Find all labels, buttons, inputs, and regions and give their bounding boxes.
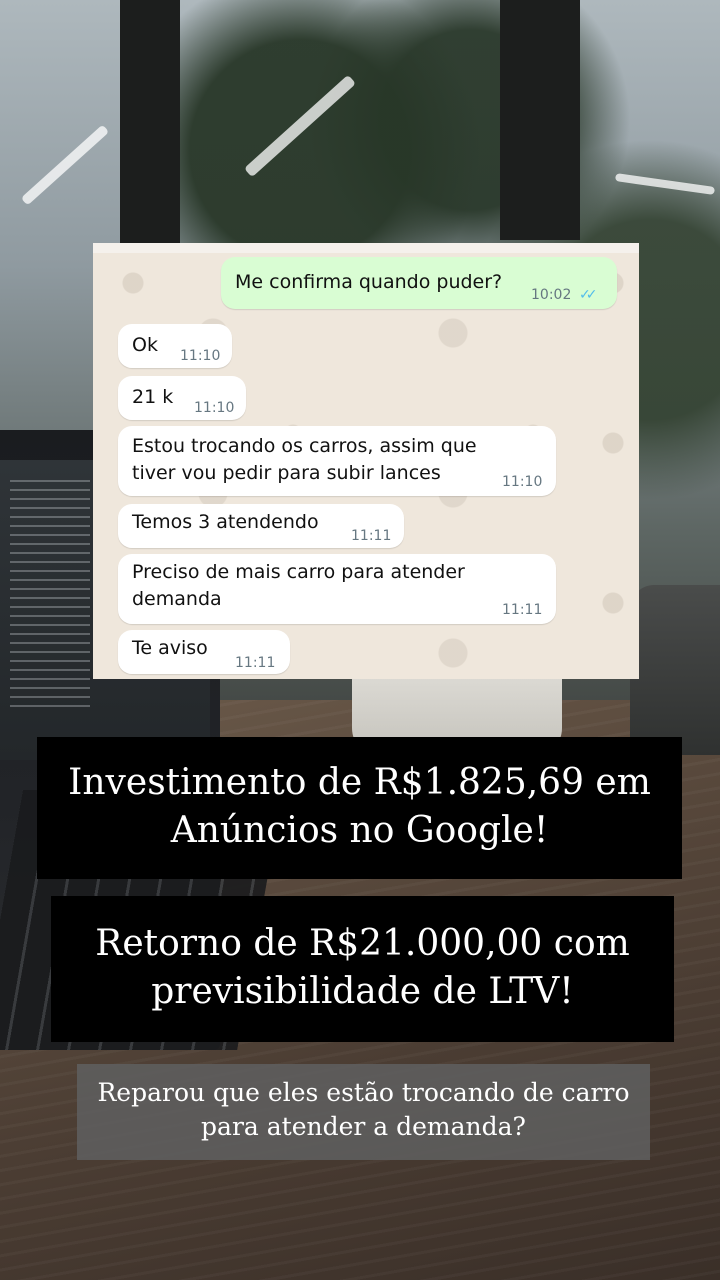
incoming-message[interactable]: Ok 11:10 xyxy=(118,324,232,368)
incoming-message[interactable]: Preciso de mais carro para atender deman… xyxy=(118,554,556,624)
chair xyxy=(630,585,720,755)
message-time: 11:11 xyxy=(235,655,276,671)
message-time: 11:11 xyxy=(502,602,543,618)
incoming-message[interactable]: 21 k 11:10 xyxy=(118,376,246,420)
chat-top-edge xyxy=(93,243,639,253)
laptop-screen-text xyxy=(10,480,90,710)
incoming-message[interactable]: Te aviso 11:11 xyxy=(118,630,290,674)
incoming-message[interactable]: Temos 3 atendendo 11:11 xyxy=(118,504,404,548)
message-time: 11:11 xyxy=(351,528,392,544)
message-text: Te aviso xyxy=(132,637,208,659)
chat-screenshot: Me confirma quando puder? 10:02 ✓✓ Ok 11… xyxy=(93,243,639,679)
incoming-message[interactable]: Estou trocando os carros, assim que tive… xyxy=(118,426,556,496)
message-text: Temos 3 atendendo xyxy=(132,511,319,533)
message-time: 11:10 xyxy=(180,348,221,364)
message-time: 10:02 xyxy=(531,287,572,303)
investment-caption: Investimento de R$1.825,69 em Anúncios n… xyxy=(37,737,682,879)
message-text: 21 k xyxy=(132,386,174,408)
message-time: 11:10 xyxy=(502,474,543,490)
message-time: 11:10 xyxy=(194,400,235,416)
return-caption: Retorno de R$21.000,00 com previsibilida… xyxy=(51,896,674,1042)
window-frame xyxy=(500,0,580,240)
message-text: Me confirma quando puder? xyxy=(235,271,503,293)
double-check-read-icon: ✓✓ xyxy=(579,287,598,303)
outgoing-message[interactable]: Me confirma quando puder? 10:02 ✓✓ xyxy=(221,257,617,309)
question-caption: Reparou que eles estão trocando de carro… xyxy=(77,1064,650,1160)
message-text: Ok xyxy=(132,334,158,356)
message-text: Preciso de mais carro para atender deman… xyxy=(132,561,465,610)
message-text: Estou trocando os carros, assim que tive… xyxy=(132,435,477,484)
